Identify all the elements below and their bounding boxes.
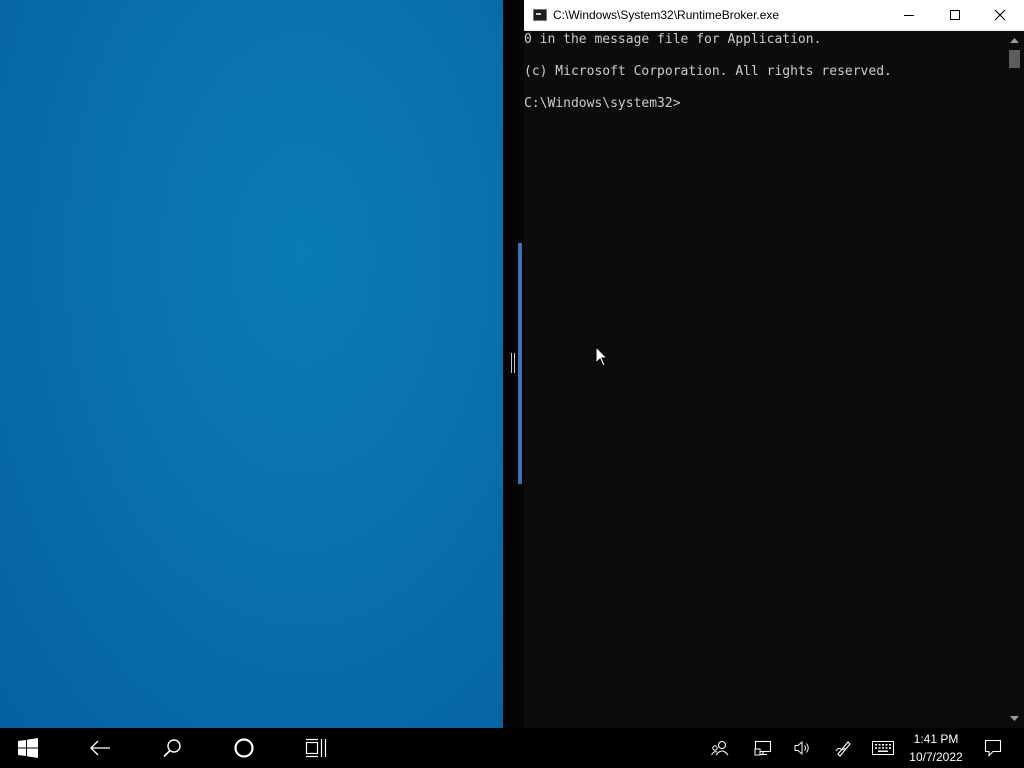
- scroll-up-button[interactable]: [1005, 31, 1024, 48]
- cmd-console-icon: [533, 9, 547, 21]
- chevron-up-icon: [1010, 37, 1019, 43]
- terminal-line: (c) Microsoft Corporation. All rights re…: [524, 64, 892, 79]
- back-icon: [90, 740, 110, 756]
- vertical-scrollbar[interactable]: [1005, 31, 1024, 728]
- clock-date: 10/7/2022: [909, 750, 963, 764]
- cortana-icon: [234, 738, 254, 758]
- command-prompt: C:\Windows\system32>: [524, 96, 681, 111]
- task-view-button[interactable]: [296, 728, 336, 768]
- cortana-button[interactable]: [224, 728, 264, 768]
- system-clock[interactable]: 1:41 PM 10/7/2022: [900, 730, 972, 766]
- scroll-thumb[interactable]: [1009, 50, 1020, 68]
- minimize-button[interactable]: [886, 0, 931, 30]
- terminal-output[interactable]: 0 in the message file for Application. (…: [524, 31, 1005, 728]
- chevron-down-icon: [1010, 715, 1019, 721]
- maximize-button[interactable]: [932, 0, 977, 30]
- start-icon: [18, 738, 38, 758]
- snap-assist-bar: [518, 243, 522, 484]
- action-center-button[interactable]: [980, 728, 1006, 768]
- title-bar[interactable]: C:\Windows\System32\RuntimeBroker.exe: [524, 0, 1024, 31]
- network-icon: [754, 740, 772, 756]
- maximize-icon: [949, 10, 960, 20]
- action-center-icon: [984, 739, 1002, 757]
- terminal-line: 0 in the message file for Application.: [524, 32, 822, 47]
- touch-keyboard-icon: [872, 741, 894, 755]
- scroll-down-button[interactable]: [1005, 710, 1024, 727]
- search-button[interactable]: [152, 728, 192, 768]
- minimize-icon: [903, 15, 914, 16]
- network-button[interactable]: [750, 728, 776, 768]
- start-button[interactable]: [8, 728, 48, 768]
- search-icon: [163, 739, 181, 758]
- back-button[interactable]: [80, 728, 120, 768]
- close-icon: [994, 9, 1005, 21]
- clock-time: 1:41 PM: [913, 732, 959, 746]
- touch-keyboard-button[interactable]: [869, 728, 897, 768]
- people-button[interactable]: [707, 728, 733, 768]
- desktop-background: [0, 0, 503, 728]
- pen-workspace-button[interactable]: [831, 728, 857, 768]
- people-icon: [711, 740, 729, 756]
- pen-icon: [835, 741, 851, 757]
- volume-icon: [794, 740, 809, 756]
- snap-resize-handle[interactable]: [508, 353, 518, 375]
- mouse-pointer-icon: [595, 346, 609, 367]
- taskbar: 1:41 PM 10/7/2022: [0, 728, 1024, 768]
- window-title: C:\Windows\System32\RuntimeBroker.exe: [553, 8, 780, 22]
- volume-button[interactable]: [790, 728, 816, 768]
- task-view-icon: [305, 738, 327, 758]
- close-button[interactable]: [977, 0, 1022, 30]
